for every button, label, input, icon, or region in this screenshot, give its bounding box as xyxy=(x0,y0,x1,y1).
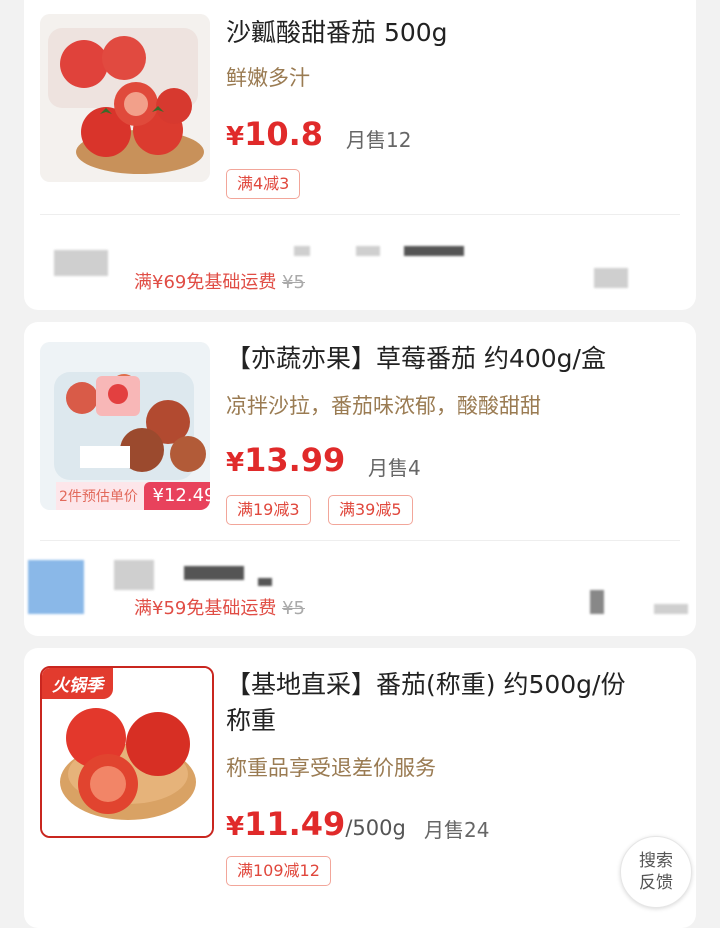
blurred-distance xyxy=(590,590,604,614)
discount-tag: 满109减12 xyxy=(226,856,331,886)
product-price: ¥11.49/500g xyxy=(226,805,406,843)
product-card[interactable]: 火锅季 【基地直采】番茄(称重) 约500g/份 称重 称重品享受退差价服务 ¥… xyxy=(24,648,696,928)
promo-label: 2件预估单价 xyxy=(59,489,138,505)
discount-tag: 满39减5 xyxy=(328,495,413,525)
monthly-sales: 月售4 xyxy=(368,456,421,480)
blurred-distance xyxy=(594,268,628,288)
discount-tag: 满4减3 xyxy=(226,169,301,199)
blurred-distance xyxy=(654,604,688,614)
blurred-text xyxy=(356,246,380,256)
blurred-store-logo xyxy=(28,560,84,614)
product-price: ¥13.99 xyxy=(226,441,346,479)
product-subtitle: 凉拌沙拉，番茄味浓郁，酸酸甜甜 xyxy=(226,394,541,418)
divider xyxy=(40,214,680,215)
blurred-text xyxy=(258,578,272,586)
product-image[interactable]: 火锅季 xyxy=(40,666,214,838)
product-title[interactable]: 【亦蔬亦果】草莓番茄 约400g/盒 xyxy=(226,342,606,376)
blurred-text xyxy=(404,246,464,256)
product-title-line2[interactable]: 称重 xyxy=(226,704,276,738)
blurred-store-logo xyxy=(54,250,108,276)
blurred-text xyxy=(294,246,310,256)
blurred-text xyxy=(184,566,244,580)
search-feedback-button[interactable]: 搜索 反馈 xyxy=(620,836,692,908)
shipping-info: 满¥69免基础运费 ¥5 xyxy=(134,272,305,293)
product-price: ¥10.8 xyxy=(226,115,324,153)
product-card[interactable]: 沙瓤酸甜番茄 500g 鲜嫩多汁 ¥10.8 月售12 满4减3 满¥69免基础… xyxy=(24,0,696,310)
discount-tag: 满19减3 xyxy=(226,495,311,525)
monthly-sales: 月售24 xyxy=(424,818,490,842)
hotpot-season-badge: 火锅季 xyxy=(42,668,113,699)
promo-price: ¥12.49 xyxy=(144,482,210,510)
product-subtitle: 鲜嫩多汁 xyxy=(226,66,310,90)
tomato-image xyxy=(40,14,210,182)
monthly-sales: 月售12 xyxy=(346,128,412,152)
product-image[interactable] xyxy=(40,14,210,182)
product-image[interactable]: 2件预估单价 ¥12.49 xyxy=(40,342,210,510)
product-card[interactable]: 2件预估单价 ¥12.49 【亦蔬亦果】草莓番茄 约400g/盒 凉拌沙拉，番茄… xyxy=(24,322,696,636)
product-title[interactable]: 沙瓤酸甜番茄 500g xyxy=(226,16,448,50)
promo-banner: 2件预估单价 ¥12.49 xyxy=(56,482,210,510)
divider xyxy=(40,540,680,541)
blurred-text xyxy=(114,560,154,590)
shipping-info: 满¥59免基础运费 ¥5 xyxy=(134,598,305,619)
product-subtitle: 称重品享受退差价服务 xyxy=(226,756,436,780)
product-title[interactable]: 【基地直采】番茄(称重) 约500g/份 xyxy=(226,668,625,702)
